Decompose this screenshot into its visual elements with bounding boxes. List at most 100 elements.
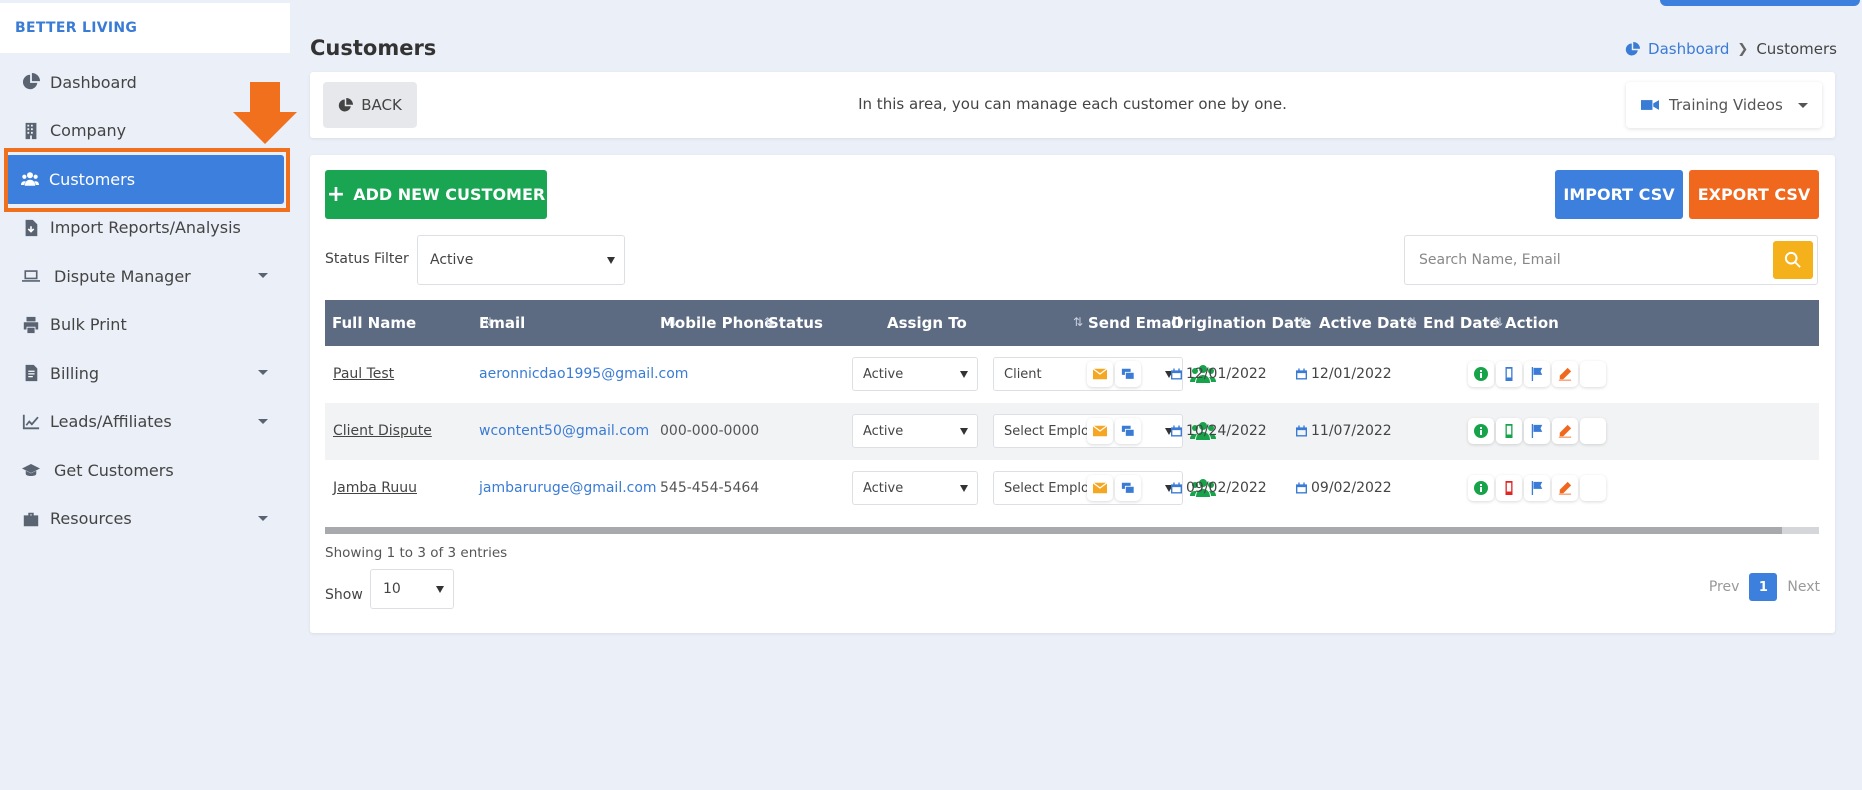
edit-button[interactable] bbox=[1552, 361, 1578, 387]
sort-icon: ⇅ bbox=[1407, 315, 1418, 329]
print-icon bbox=[20, 315, 42, 335]
status-filter-select[interactable]: Active bbox=[417, 235, 625, 285]
sidebar-item-dispute-manager[interactable]: Dispute Manager bbox=[0, 252, 290, 301]
edit-button[interactable] bbox=[1552, 418, 1578, 444]
add-new-customer-button[interactable]: + ADD NEW CUSTOMER bbox=[325, 170, 547, 219]
flag-button[interactable] bbox=[1524, 361, 1550, 387]
plus-icon: + bbox=[326, 181, 346, 207]
sidebar-item-leads-affiliates[interactable]: Leads/Affiliates bbox=[0, 398, 290, 447]
customers-card: + ADD NEW CUSTOMER IMPORT CSV EXPORT CSV… bbox=[310, 155, 1835, 633]
customer-email-link[interactable]: wcontent50@gmail.com bbox=[479, 423, 649, 439]
mobile-button[interactable] bbox=[1496, 418, 1522, 444]
flag-button[interactable] bbox=[1524, 475, 1550, 501]
table-header: Full Name ⇅ Email ⇅ Mobile Phone ⇅ Status A… bbox=[325, 300, 1819, 346]
column-header-full-name[interactable]: Full Name ⇅ bbox=[332, 314, 493, 332]
sidebar-item-bulk-print[interactable]: Bulk Print bbox=[0, 301, 290, 350]
column-header-active-date[interactable]: Active Date ⇅ bbox=[1319, 314, 1417, 332]
edit-button[interactable] bbox=[1552, 475, 1578, 501]
calendar-icon bbox=[1171, 482, 1182, 494]
more-action-button[interactable] bbox=[1580, 418, 1606, 444]
search-button[interactable] bbox=[1773, 241, 1813, 279]
origination-date: 12/01/2022 bbox=[1171, 366, 1267, 382]
breadcrumb-dashboard-link[interactable]: Dashboard bbox=[1648, 40, 1729, 58]
bulk-email-button[interactable] bbox=[1115, 475, 1141, 501]
status-select[interactable]: Active bbox=[852, 414, 978, 448]
breadcrumb-current: Customers bbox=[1756, 40, 1837, 58]
column-header-mobile-phone[interactable]: Mobile Phone ⇅ bbox=[660, 314, 774, 332]
dropdown-arrow-icon bbox=[960, 485, 968, 492]
sidebar-item-billing[interactable]: Billing bbox=[0, 349, 290, 398]
show-label: Show bbox=[325, 587, 363, 603]
chevron-down-icon bbox=[258, 370, 268, 375]
dropdown-arrow-icon bbox=[607, 257, 615, 264]
send-email-button[interactable] bbox=[1087, 418, 1113, 444]
mobile-button[interactable] bbox=[1496, 475, 1522, 501]
bulk-email-button[interactable] bbox=[1115, 361, 1141, 387]
page-size-select[interactable]: 10 bbox=[370, 569, 454, 609]
laptop-icon bbox=[20, 266, 42, 286]
sidebar-item-label: Bulk Print bbox=[50, 315, 127, 335]
export-csv-button[interactable]: EXPORT CSV bbox=[1689, 170, 1819, 219]
more-action-button[interactable] bbox=[1580, 475, 1606, 501]
status-select[interactable]: Active bbox=[852, 471, 978, 505]
customer-name-link[interactable]: Paul Test bbox=[333, 366, 394, 382]
page-1-button[interactable]: 1 bbox=[1749, 573, 1778, 601]
bulk-email-button[interactable] bbox=[1115, 418, 1141, 444]
prev-page-button[interactable]: Prev bbox=[1709, 579, 1740, 595]
send-email-button[interactable] bbox=[1087, 361, 1113, 387]
customer-email-link[interactable]: jambaruruge@gmail.com bbox=[479, 480, 657, 496]
chart-pie-icon bbox=[1625, 41, 1641, 55]
mobile-icon bbox=[1505, 367, 1513, 381]
column-header-end-date[interactable]: End Date ⇅ bbox=[1423, 314, 1503, 332]
column-header-action: Action bbox=[1505, 314, 1559, 332]
calendar-icon bbox=[1171, 368, 1182, 380]
horizontal-scrollbar[interactable] bbox=[325, 527, 1819, 534]
mobile-button[interactable] bbox=[1496, 361, 1522, 387]
status-select[interactable]: Active bbox=[852, 357, 978, 391]
column-header-assign-to[interactable]: Assign To ⇅ bbox=[887, 314, 1083, 332]
chevron-down-icon bbox=[258, 273, 268, 278]
scrollbar-thumb[interactable] bbox=[325, 527, 1782, 534]
info-button[interactable] bbox=[1468, 475, 1494, 501]
search-input[interactable] bbox=[1405, 236, 1775, 284]
active-date: 12/01/2022 bbox=[1296, 366, 1392, 382]
column-header-origination-date[interactable]: Origination Date ⇅ bbox=[1171, 314, 1311, 332]
mobile-icon bbox=[1505, 481, 1513, 495]
column-header-email[interactable]: Email ⇅ bbox=[479, 314, 677, 332]
flag-icon bbox=[1531, 481, 1543, 495]
customer-phone: 545-454-5464 bbox=[660, 480, 760, 496]
envelope-icon bbox=[1093, 425, 1107, 437]
annotation-arrow-icon bbox=[233, 82, 297, 144]
customer-email-link[interactable]: aeronnicdao1995@gmail.com bbox=[479, 366, 688, 382]
flag-icon bbox=[1531, 424, 1543, 438]
top-right-button[interactable] bbox=[1660, 0, 1860, 6]
search-box bbox=[1404, 235, 1818, 285]
sidebar: BETTER LIVING Dashboard Company Customer… bbox=[0, 0, 297, 790]
import-csv-button[interactable]: IMPORT CSV bbox=[1555, 170, 1683, 219]
training-videos-dropdown[interactable]: Training Videos bbox=[1626, 82, 1822, 128]
chevron-down-icon bbox=[258, 515, 268, 521]
sidebar-item-label: Get Customers bbox=[54, 460, 174, 480]
sidebar-item-get-customers[interactable]: Get Customers bbox=[0, 446, 290, 495]
calendar-icon bbox=[1296, 425, 1307, 437]
send-email-button[interactable] bbox=[1087, 475, 1113, 501]
info-bar: In this area, you can manage each custom… bbox=[310, 72, 1835, 138]
customer-name-link[interactable]: Jamba Ruuu bbox=[333, 480, 417, 496]
sidebar-item-label: Leads/Affiliates bbox=[50, 412, 172, 432]
sidebar-item-label: Resources bbox=[50, 509, 132, 529]
mail-bulk-icon bbox=[1121, 425, 1135, 437]
dropdown-arrow-icon bbox=[960, 428, 968, 435]
info-button[interactable] bbox=[1468, 361, 1494, 387]
flag-button[interactable] bbox=[1524, 418, 1550, 444]
invoice-icon bbox=[20, 363, 42, 383]
back-button[interactable]: BACK bbox=[323, 82, 417, 128]
customer-name-link[interactable]: Client Dispute bbox=[333, 423, 432, 439]
next-page-button[interactable]: Next bbox=[1787, 579, 1820, 595]
status-filter-value: Active bbox=[430, 252, 474, 268]
breadcrumb: Dashboard ❯ Customers bbox=[1625, 40, 1837, 58]
envelope-icon bbox=[1093, 368, 1107, 380]
sidebar-item-resources[interactable]: Resources bbox=[0, 495, 290, 544]
page-title: Customers bbox=[310, 36, 437, 60]
info-button[interactable] bbox=[1468, 418, 1494, 444]
more-action-button[interactable] bbox=[1580, 361, 1606, 387]
